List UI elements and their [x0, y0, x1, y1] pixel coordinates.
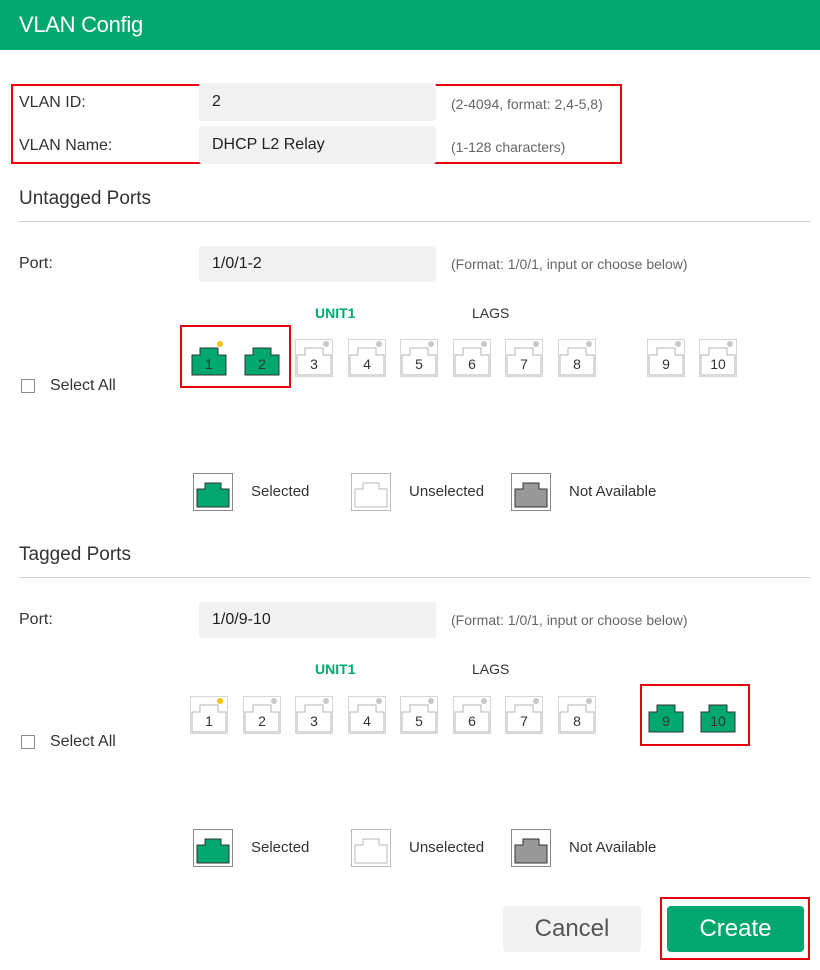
- port-number: 7: [520, 713, 528, 729]
- legend-unselected-label: Unselected: [409, 839, 485, 856]
- port-number: 10: [710, 713, 726, 729]
- port-3-toggle[interactable]: 3: [295, 696, 333, 734]
- port-number: 9: [662, 356, 670, 372]
- port-8-toggle[interactable]: 8: [558, 339, 596, 377]
- port-4-toggle[interactable]: 4: [348, 339, 386, 377]
- untagged-ports-title: Untagged Ports: [19, 188, 152, 209]
- vlan-name-hint: (1-128 characters): [451, 139, 566, 155]
- port-2-toggle[interactable]: 2: [243, 339, 281, 377]
- port-8-toggle[interactable]: 8: [558, 696, 596, 734]
- tagged-port-label: Port:: [19, 611, 53, 628]
- dialog-title: VLAN Config: [19, 12, 143, 37]
- legend-selected-swatch: [193, 473, 233, 511]
- port-number: 8: [573, 356, 581, 372]
- create-button[interactable]: Create: [667, 906, 804, 952]
- untagged-port-hint: (Format: 1/0/1, input or choose below): [451, 256, 688, 272]
- port-6-toggle[interactable]: 6: [453, 339, 491, 377]
- port-number: 4: [363, 713, 371, 729]
- port-9-toggle[interactable]: 9: [647, 696, 685, 734]
- vlan-name-input[interactable]: [199, 126, 436, 164]
- port-number: 10: [710, 356, 726, 372]
- tagged-unit1-label: UNIT1: [315, 661, 356, 677]
- untagged-divider: [19, 221, 810, 222]
- vlan-id-input[interactable]: [199, 83, 436, 121]
- legend-selected-swatch: [193, 829, 233, 867]
- port-number: 7: [520, 356, 528, 372]
- legend-selected-label: Selected: [251, 839, 310, 856]
- port-1-toggle[interactable]: 1: [190, 339, 228, 377]
- port-number: 8: [573, 713, 581, 729]
- port-number: 3: [310, 713, 318, 729]
- port-number: 5: [415, 713, 423, 729]
- port-10-toggle[interactable]: 10: [699, 696, 737, 734]
- port-number: 9: [662, 713, 670, 729]
- tagged-select-all-checkbox[interactable]: [21, 735, 35, 749]
- port-1-toggle[interactable]: 1: [190, 696, 228, 734]
- untagged-select-all-checkbox[interactable]: [21, 379, 35, 393]
- tagged-port-hint: (Format: 1/0/1, input or choose below): [451, 612, 688, 628]
- legend-not-available-label: Not Available: [569, 839, 657, 856]
- port-number: 1: [205, 713, 213, 729]
- port-7-toggle[interactable]: 7: [505, 339, 543, 377]
- port-number: 2: [258, 713, 266, 729]
- untagged-lags-label: LAGS: [472, 305, 510, 321]
- vlan-name-label: VLAN Name:: [19, 137, 113, 154]
- tagged-divider: [19, 577, 810, 578]
- legend-not-available-swatch: [511, 473, 551, 511]
- vlan-id-label: VLAN ID:: [19, 94, 86, 111]
- port-number: 1: [205, 356, 213, 372]
- port-3-toggle[interactable]: 3: [295, 339, 333, 377]
- port-5-toggle[interactable]: 5: [400, 696, 438, 734]
- port-6-toggle[interactable]: 6: [453, 696, 491, 734]
- untagged-select-all-label: Select All: [50, 377, 116, 394]
- port-number: 3: [310, 356, 318, 372]
- untagged-unit1-label: UNIT1: [315, 305, 356, 321]
- port-2-toggle[interactable]: 2: [243, 696, 281, 734]
- port-10-toggle[interactable]: 10: [699, 339, 737, 377]
- tagged-port-input[interactable]: [199, 602, 436, 638]
- port-number: 6: [468, 713, 476, 729]
- legend-selected-label: Selected: [251, 483, 310, 500]
- legend-unselected-swatch: [351, 829, 391, 867]
- port-number: 5: [415, 356, 423, 372]
- untagged-port-label: Port:: [19, 255, 53, 272]
- port-5-toggle[interactable]: 5: [400, 339, 438, 377]
- vlan-id-hint: (2-4094, format: 2,4-5,8): [451, 96, 603, 112]
- tagged-ports-title: Tagged Ports: [19, 544, 131, 565]
- legend-unselected-swatch: [351, 473, 391, 511]
- port-number: 6: [468, 356, 476, 372]
- port-7-toggle[interactable]: 7: [505, 696, 543, 734]
- legend-unselected-label: Unselected: [409, 483, 485, 500]
- port-number: 2: [258, 356, 266, 372]
- untagged-port-input[interactable]: [199, 246, 436, 282]
- port-9-toggle[interactable]: 9: [647, 339, 685, 377]
- port-number: 4: [363, 356, 371, 372]
- legend-not-available-swatch: [511, 829, 551, 867]
- cancel-button[interactable]: Cancel: [503, 906, 641, 952]
- tagged-lags-label: LAGS: [472, 661, 510, 677]
- legend-not-available-label: Not Available: [569, 483, 657, 500]
- port-4-toggle[interactable]: 4: [348, 696, 386, 734]
- tagged-select-all-label: Select All: [50, 733, 116, 750]
